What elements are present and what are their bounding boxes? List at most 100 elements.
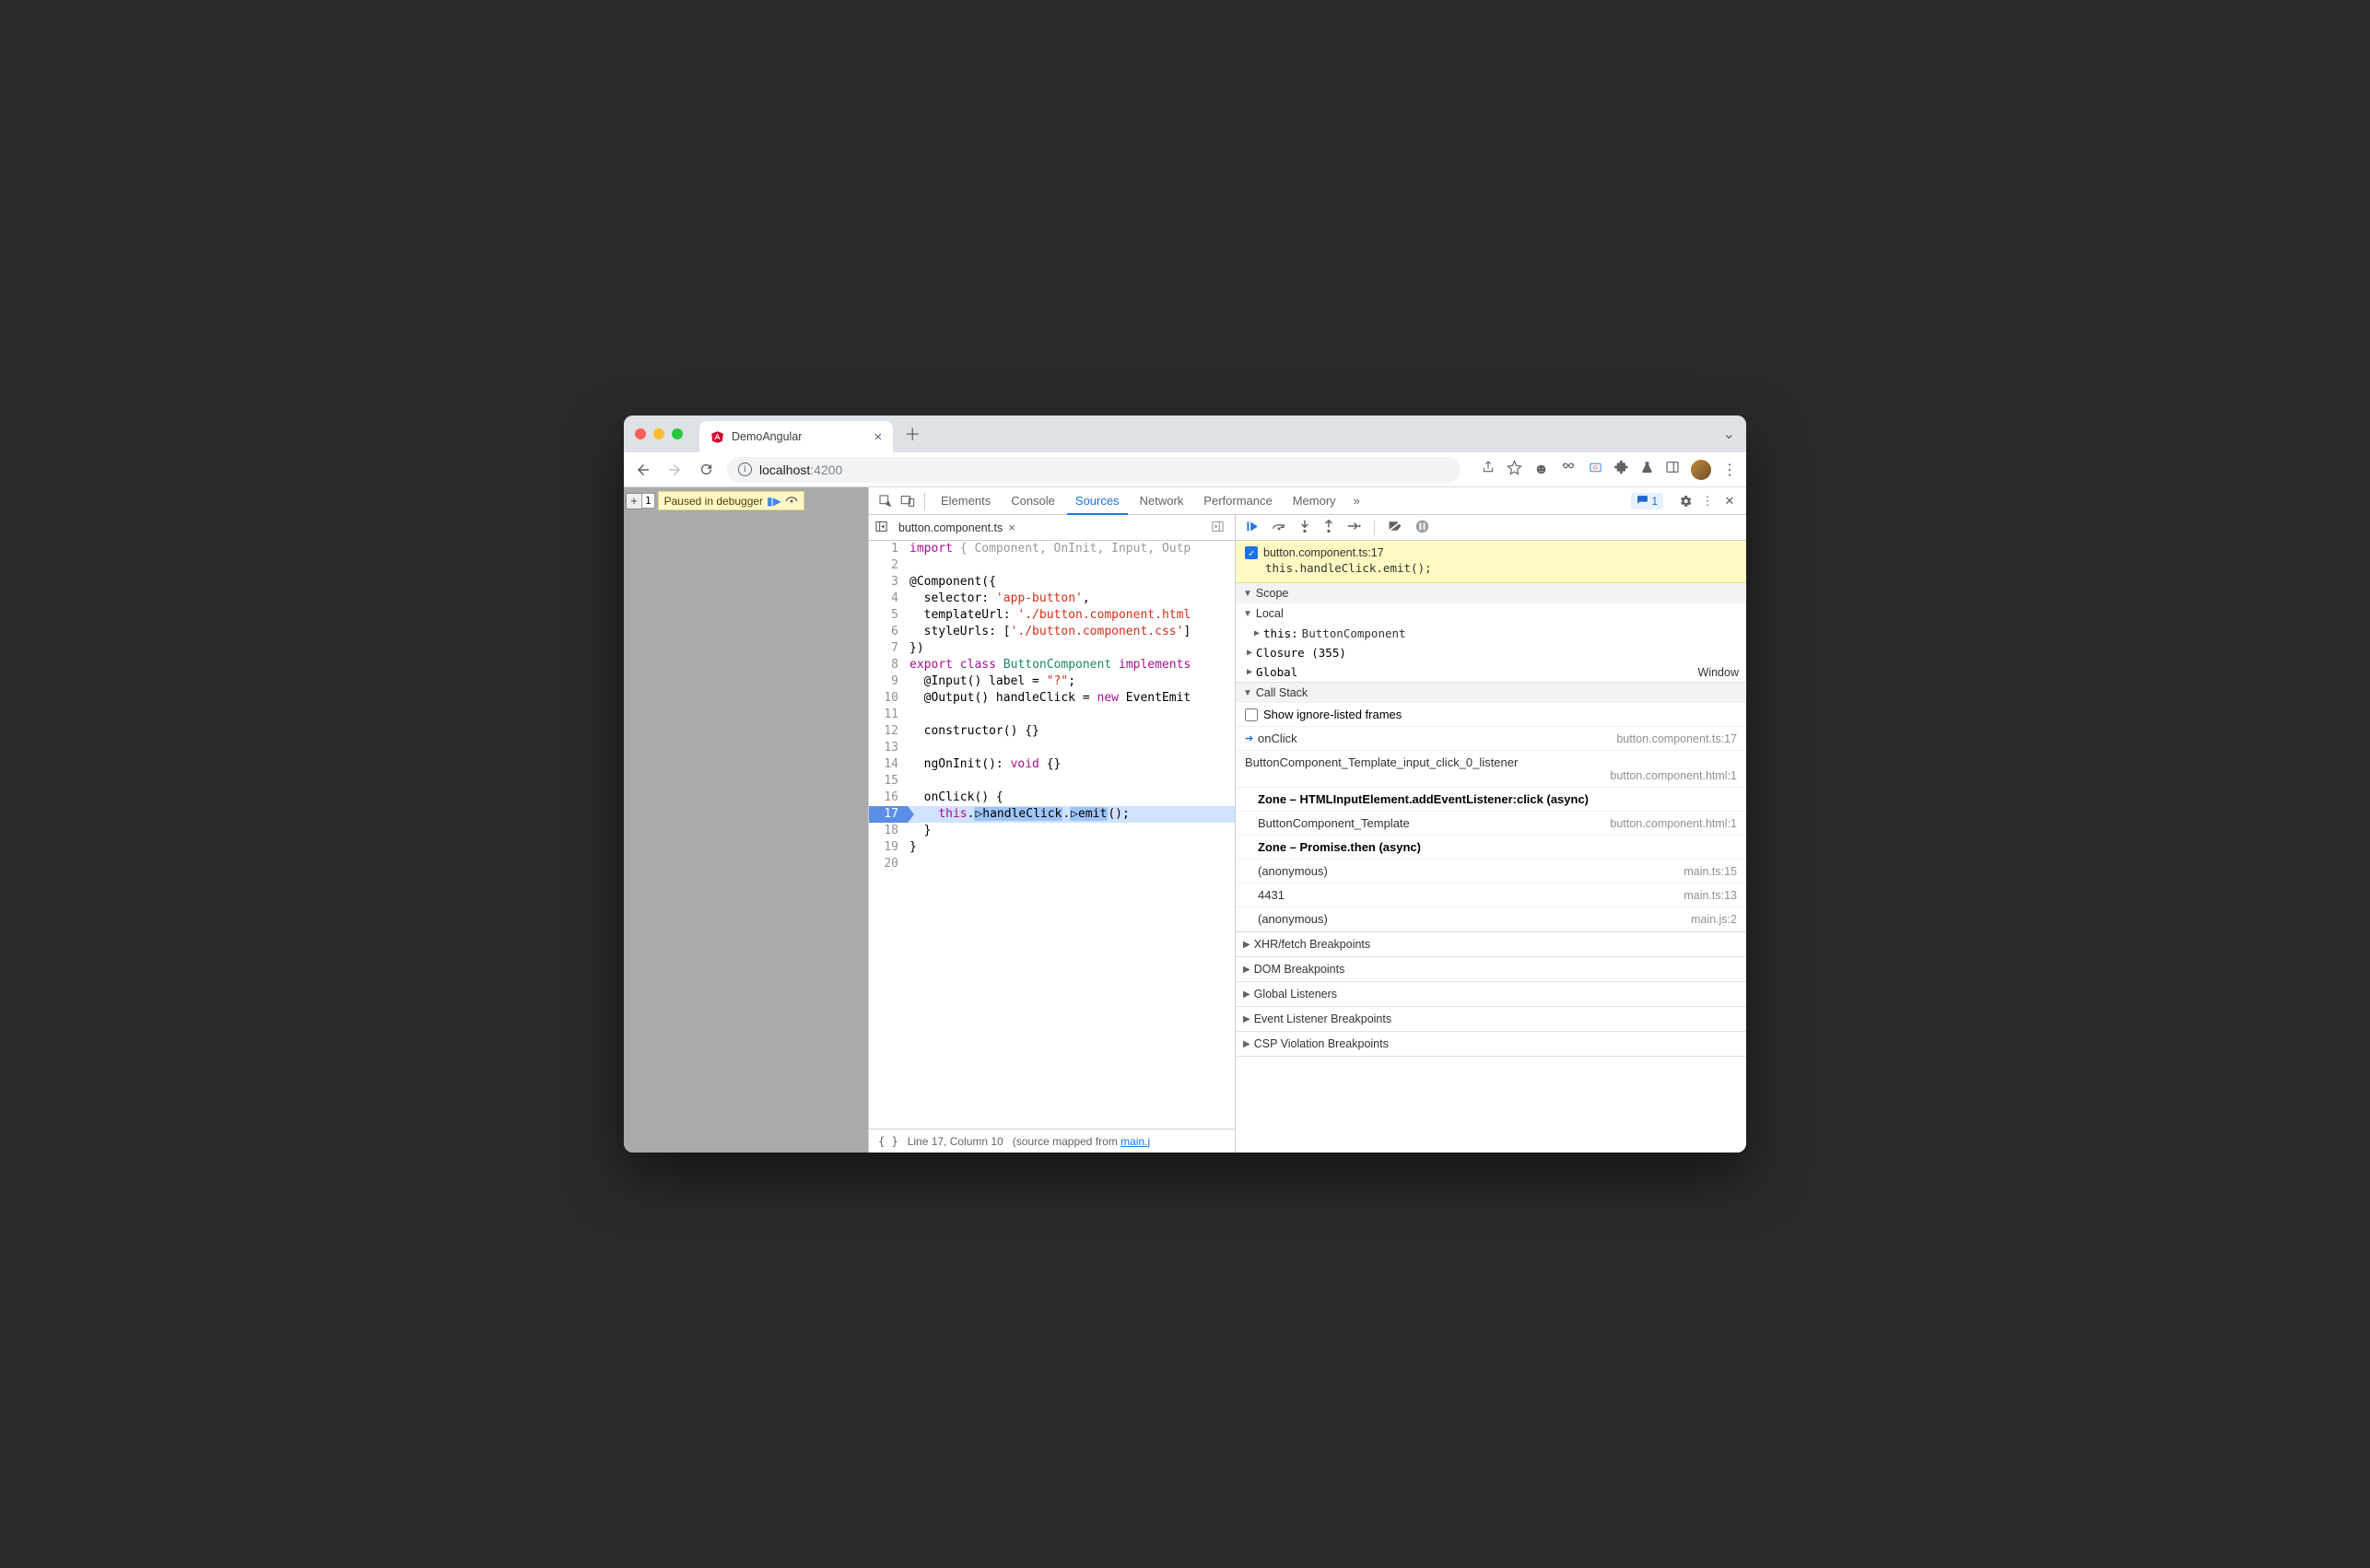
close-window-button[interactable]: [635, 428, 646, 439]
snippets-icon[interactable]: [1211, 520, 1229, 536]
resume-button[interactable]: [1245, 520, 1259, 536]
breakpoint-expression: this.handleClick.emit();: [1245, 561, 1737, 575]
editor-pane: button.component.ts × 1import { Componen…: [869, 515, 1236, 1153]
file-tab[interactable]: button.component.ts ×: [893, 517, 1021, 538]
tab-sources[interactable]: Sources: [1067, 488, 1128, 515]
back-button[interactable]: [633, 462, 653, 478]
svg-text:G: G: [1593, 464, 1598, 471]
cursor-position: Line 17, Column 10: [908, 1135, 1003, 1148]
step-out-icon[interactable]: [1323, 520, 1334, 536]
callstack-frame[interactable]: Zone – HTMLInputElement.addEventListener…: [1236, 788, 1746, 812]
callstack-frame[interactable]: (anonymous)main.ts:15: [1236, 860, 1746, 883]
labs-icon[interactable]: [1640, 461, 1654, 479]
debugger-overlay: + 1 Paused in debugger ▮▶: [626, 491, 804, 510]
callstack-frame[interactable]: 4431main.ts:13: [1236, 883, 1746, 907]
editor-statusbar: { } Line 17, Column 10 (source mapped fr…: [869, 1129, 1235, 1153]
scope-closure[interactable]: ▶Closure (355): [1236, 643, 1746, 662]
pause-on-exceptions-icon[interactable]: [1415, 520, 1429, 536]
step-icon[interactable]: [1347, 521, 1361, 534]
omnibox[interactable]: i localhost:4200: [727, 457, 1461, 483]
tab-elements[interactable]: Elements: [933, 488, 999, 513]
source-map-info: (source mapped from main.j: [1013, 1135, 1150, 1148]
close-file-icon[interactable]: ×: [1008, 521, 1015, 534]
breakpoint-checkbox[interactable]: ✓: [1245, 546, 1258, 559]
bookmark-icon[interactable]: [1507, 460, 1522, 480]
xhr-breakpoints-header[interactable]: ▶XHR/fetch Breakpoints: [1236, 932, 1746, 956]
webpage-viewport: + 1 Paused in debugger ▮▶: [624, 487, 868, 1153]
file-tab-name: button.component.ts: [898, 521, 1003, 534]
zoom-window-button[interactable]: [672, 428, 683, 439]
overlay-plus-button[interactable]: +: [626, 493, 642, 509]
extension-icon[interactable]: [1560, 459, 1577, 480]
side-panel-icon[interactable]: [1665, 460, 1680, 479]
callstack-frame[interactable]: ButtonComponent_Template_input_click_0_l…: [1236, 751, 1746, 788]
callstack-frame[interactable]: (anonymous)main.js:2: [1236, 907, 1746, 931]
devtools-tabbar: Elements Console Sources Network Perform…: [869, 487, 1746, 515]
extension-icon[interactable]: G: [1588, 460, 1603, 480]
inspect-element-icon[interactable]: [876, 494, 895, 509]
tabs-dropdown-icon[interactable]: ⌄: [1723, 425, 1735, 443]
chrome-menu-icon[interactable]: ⋮: [1722, 461, 1737, 479]
show-ignore-listed-toggle[interactable]: Show ignore-listed frames: [1236, 703, 1746, 727]
browser-window: DemoAngular × ＋ ⌄ i localhost:4200 ☻ G ⋮: [624, 415, 1746, 1153]
event-listener-breakpoints-header[interactable]: ▶Event Listener Breakpoints: [1236, 1007, 1746, 1031]
breakpoint-hit: ✓ button.component.ts:17 this.handleClic…: [1236, 541, 1746, 583]
reload-button[interactable]: [696, 462, 716, 477]
extensions-menu-icon[interactable]: [1614, 460, 1629, 479]
show-ignore-checkbox[interactable]: [1245, 708, 1258, 721]
scope-global[interactable]: ▶GlobalWindow: [1236, 662, 1746, 682]
debugger-pane: ✓ button.component.ts:17 this.handleClic…: [1236, 515, 1746, 1153]
scope-header[interactable]: ▼Scope: [1236, 583, 1746, 603]
extension-icon[interactable]: ☻: [1533, 462, 1549, 478]
dom-breakpoints-header[interactable]: ▶DOM Breakpoints: [1236, 957, 1746, 981]
resume-icon[interactable]: ▮▶: [767, 495, 781, 508]
new-tab-button[interactable]: ＋: [904, 422, 921, 446]
scope-local-header[interactable]: ▼Local: [1236, 603, 1746, 624]
overlay-index: 1: [641, 493, 655, 509]
minimize-window-button[interactable]: [653, 428, 664, 439]
forward-button[interactable]: [664, 462, 685, 478]
tab-performance[interactable]: Performance: [1195, 488, 1280, 513]
profile-avatar[interactable]: [1691, 460, 1711, 480]
settings-icon[interactable]: [1676, 494, 1695, 509]
scope-section: ▼Scope ▼Local ▶this: ButtonComponent ▶Cl…: [1236, 583, 1746, 683]
paused-banner: Paused in debugger ▮▶: [658, 491, 804, 510]
window-titlebar: DemoAngular × ＋ ⌄: [624, 415, 1746, 452]
site-info-icon[interactable]: i: [738, 462, 752, 476]
sources-body: button.component.ts × 1import { Componen…: [869, 515, 1746, 1153]
toolbar-actions: ☻ G ⋮: [1481, 459, 1737, 480]
url-host: localhost:4200: [759, 462, 842, 477]
step-into-icon[interactable]: [1299, 520, 1310, 536]
close-devtools-icon[interactable]: ✕: [1720, 494, 1739, 509]
debugger-toolbar: [1236, 515, 1746, 541]
global-listeners-header[interactable]: ▶Global Listeners: [1236, 982, 1746, 1006]
callstack-frame[interactable]: ➔onClickbutton.component.ts:17: [1236, 727, 1746, 751]
tab-console[interactable]: Console: [1003, 488, 1063, 513]
deactivate-breakpoints-icon[interactable]: [1388, 520, 1402, 535]
callstack-frame[interactable]: ButtonComponent_Templatebutton.component…: [1236, 812, 1746, 836]
tab-network[interactable]: Network: [1132, 488, 1192, 513]
step-icon[interactable]: [785, 494, 798, 508]
device-toolbar-icon[interactable]: [898, 494, 917, 509]
devtools-menu-icon[interactable]: ⋮: [1698, 494, 1717, 509]
csp-breakpoints-header[interactable]: ▶CSP Violation Breakpoints: [1236, 1032, 1746, 1056]
editor-tabbar: button.component.ts ×: [869, 515, 1235, 541]
step-over-icon[interactable]: [1272, 520, 1286, 535]
callstack-header[interactable]: ▼Call Stack: [1236, 683, 1746, 703]
code-editor[interactable]: 1import { Component, OnInit, Input, Outp…: [869, 541, 1235, 1129]
tab-memory[interactable]: Memory: [1285, 488, 1344, 513]
devtools-panel: Elements Console Sources Network Perform…: [868, 487, 1746, 1153]
more-tabs-icon[interactable]: »: [1348, 494, 1366, 508]
issues-button[interactable]: 1: [1631, 493, 1663, 509]
callstack-section: ▼Call Stack Show ignore-listed frames ➔o…: [1236, 683, 1746, 932]
scope-this[interactable]: ▶this: ButtonComponent: [1236, 624, 1746, 643]
paused-text: Paused in debugger: [664, 495, 763, 508]
pretty-print-button[interactable]: { }: [878, 1135, 898, 1148]
share-icon[interactable]: [1481, 460, 1496, 479]
angular-icon: [710, 430, 724, 444]
callstack-frame[interactable]: Zone – Promise.then (async): [1236, 836, 1746, 860]
navigator-toggle-icon[interactable]: [874, 520, 893, 536]
browser-tab[interactable]: DemoAngular ×: [699, 421, 893, 452]
close-tab-icon[interactable]: ×: [874, 429, 882, 445]
source-map-link[interactable]: main.j: [1120, 1135, 1150, 1148]
